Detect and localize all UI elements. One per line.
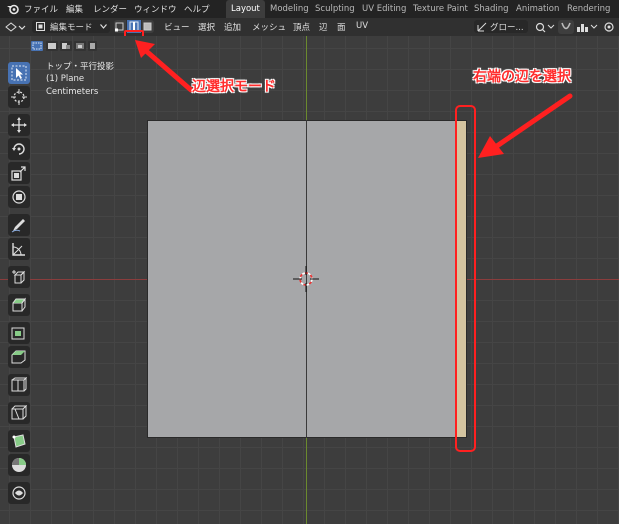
menu-help[interactable]: ヘルプ xyxy=(184,3,210,15)
move-icon xyxy=(11,117,27,133)
spin-icon xyxy=(12,458,26,472)
extrude-icon xyxy=(12,297,26,312)
tool-knife[interactable] xyxy=(8,402,30,424)
menu-uv[interactable]: UV xyxy=(356,21,368,31)
edge-mode-annotation-label: 辺選択モード xyxy=(192,79,276,95)
tool-poly-build[interactable] xyxy=(8,430,30,452)
tool-annotate[interactable] xyxy=(8,214,30,236)
tool-extrude[interactable] xyxy=(8,294,30,316)
tool-select-box[interactable] xyxy=(8,62,30,84)
proportional-editing-icon[interactable] xyxy=(604,22,614,32)
view-name: トップ・平行投影 xyxy=(46,62,115,72)
measure-icon xyxy=(12,243,25,256)
transform-orientation-dropdown[interactable]: グロー... xyxy=(474,20,528,33)
add-cube-icon xyxy=(12,270,26,284)
smooth-icon xyxy=(12,486,26,500)
menu-render[interactable]: レンダー xyxy=(93,3,127,15)
menu-edit[interactable]: 編集 xyxy=(66,3,83,15)
knife-icon xyxy=(11,405,27,420)
menu-mesh[interactable]: メッシュ xyxy=(252,21,286,33)
3d-cursor-icon[interactable] xyxy=(293,266,319,292)
snap-toggle-icon[interactable] xyxy=(558,20,574,34)
tab-texture-paint[interactable]: Texture Paint xyxy=(408,0,473,18)
tab-animation[interactable]: Animation xyxy=(511,0,564,18)
tool-spin[interactable] xyxy=(8,454,30,476)
units-label: Centimeters xyxy=(46,87,99,97)
chevron-down-icon xyxy=(100,24,107,29)
selection-mode-options[interactable] xyxy=(30,40,98,52)
editor-type-icon[interactable] xyxy=(4,21,28,33)
tool-scale[interactable] xyxy=(8,162,30,184)
tab-sculpting[interactable]: Sculpting xyxy=(310,0,360,18)
tool-smooth[interactable] xyxy=(8,482,30,504)
loop-cut-icon xyxy=(11,377,27,392)
inset-icon xyxy=(11,327,25,340)
annotation-arrow-edge-mode xyxy=(135,40,194,93)
tool-add-cube[interactable] xyxy=(8,266,30,288)
tool-transform[interactable] xyxy=(8,186,30,208)
tab-modeling[interactable]: Modeling xyxy=(265,0,314,18)
menu-file[interactable]: ファイル xyxy=(24,3,58,15)
tool-measure[interactable] xyxy=(8,238,30,260)
menu-select[interactable]: 選択 xyxy=(198,21,215,33)
menu-edge[interactable]: 辺 xyxy=(319,21,328,33)
right-edge-annotation-label: 右端の辺を選択 xyxy=(473,69,571,85)
menu-face[interactable]: 面 xyxy=(337,21,346,33)
mode-dropdown[interactable]: 編集モード xyxy=(32,20,110,33)
mode-label: 編集モード xyxy=(50,23,93,33)
edit-mode-icon xyxy=(36,22,45,31)
menu-window[interactable]: ウィンドウ xyxy=(134,3,177,15)
tool-inset[interactable] xyxy=(8,322,30,344)
rotate-icon xyxy=(12,143,25,155)
orientation-icon xyxy=(477,22,487,32)
tool-loop-cut[interactable] xyxy=(8,374,30,396)
tab-layout[interactable]: Layout xyxy=(226,0,265,18)
tab-shading[interactable]: Shading xyxy=(469,0,514,18)
object-name: (1) Plane xyxy=(46,74,85,84)
annotation-arrow-right-edge xyxy=(478,93,573,158)
menu-vertex[interactable]: 頂点 xyxy=(293,21,310,33)
annotate-icon xyxy=(11,219,25,233)
cursor-icon xyxy=(11,89,27,105)
transform-icon xyxy=(12,190,26,204)
select-box-icon xyxy=(11,65,27,81)
poly-build-icon xyxy=(12,434,26,448)
scale-icon xyxy=(11,166,26,181)
viewport-header: 編集モード ビュー 選択 追加 メッシュ 頂点 辺 面 UV グロー... xyxy=(0,18,619,52)
tool-move[interactable] xyxy=(8,114,30,136)
tab-uv-editing[interactable]: UV Editing xyxy=(357,0,411,18)
snap-target-icon[interactable] xyxy=(576,21,600,33)
top-menu-bar: ファイル 編集 レンダー ウィンドウ ヘルプ Layout Modeling S… xyxy=(0,0,619,18)
menu-add[interactable]: 追加 xyxy=(224,21,241,33)
tool-cursor[interactable] xyxy=(8,86,30,108)
pivot-point-icon[interactable] xyxy=(534,21,556,33)
blender-logo-icon[interactable] xyxy=(5,3,23,15)
tab-rendering[interactable]: Rendering xyxy=(562,0,615,18)
orientation-label: グロー... xyxy=(490,23,524,33)
tool-bevel[interactable] xyxy=(8,346,30,368)
tool-rotate[interactable] xyxy=(8,138,30,160)
bevel-icon xyxy=(11,350,26,364)
